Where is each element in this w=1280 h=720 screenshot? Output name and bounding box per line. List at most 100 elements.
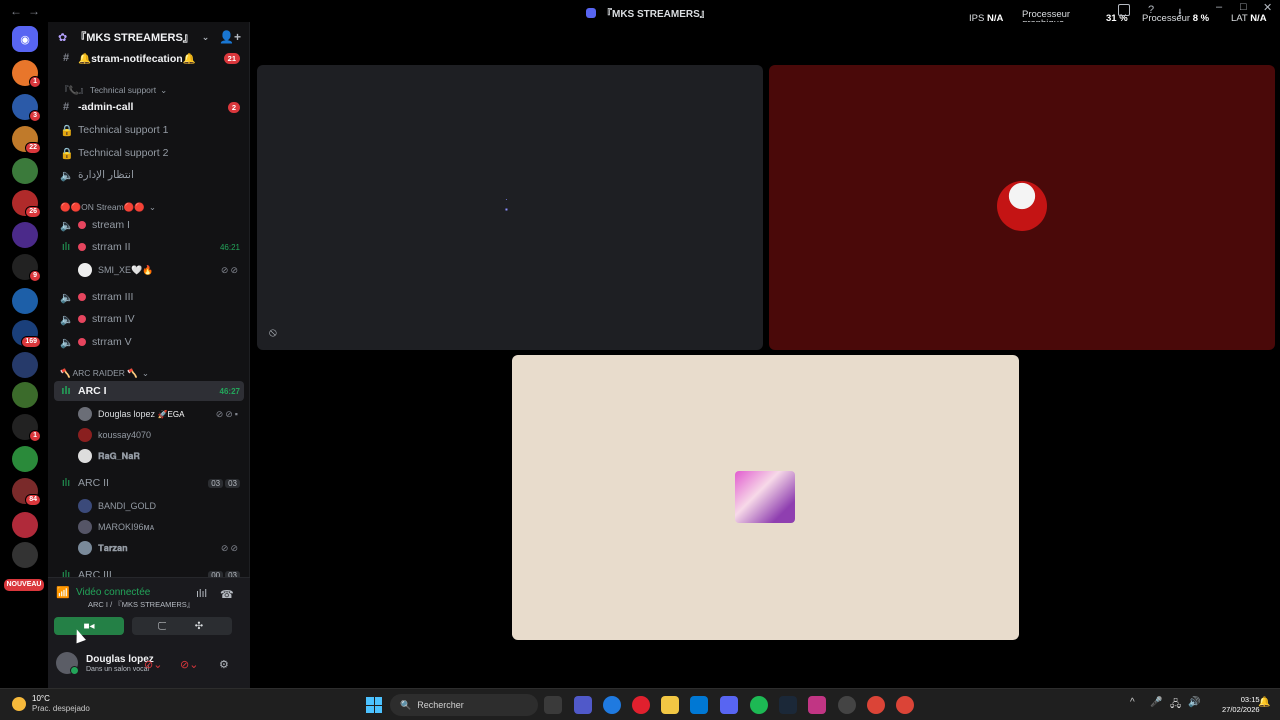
server-icon[interactable]: 1	[12, 60, 41, 88]
notification-icon[interactable]: 🔔	[1258, 697, 1270, 708]
discord-home-icon[interactable]: ◉	[12, 26, 38, 52]
chrome-icon[interactable]	[896, 696, 914, 714]
start-button[interactable]	[366, 697, 382, 713]
disconnect-icon[interactable]: ☎	[220, 588, 234, 601]
weather-widget[interactable]: 10°C Prac. despejado	[12, 694, 90, 713]
server-icon[interactable]: 84	[12, 478, 41, 506]
lock-icon: 🔒	[60, 124, 74, 137]
mute-deafen-camera-icon: ⊘⊘▪	[215, 408, 240, 419]
store-icon[interactable]	[690, 696, 708, 714]
microphone-icon[interactable]: 🎤	[1150, 697, 1162, 708]
server-icon[interactable]	[12, 382, 38, 408]
voice-active-icon: ılı	[61, 241, 71, 253]
app-icon[interactable]	[838, 696, 856, 714]
chrome-icon[interactable]	[867, 696, 885, 714]
volume-icon[interactable]: 🔊	[1188, 697, 1200, 708]
voice-user[interactable]: 𝐑𝐚𝐆_𝐍𝐚𝐑	[78, 446, 244, 466]
voice-user[interactable]: Douglas lopez 🚀EGA ⊘⊘▪	[78, 404, 244, 424]
avatar	[78, 263, 92, 277]
server-icon[interactable]: 169	[12, 320, 41, 348]
forward-arrow-icon[interactable]: →	[28, 4, 40, 18]
category-on-stream[interactable]: 🔴🔴ON Stream🔴🔴 ⌄	[60, 202, 156, 213]
steam-icon[interactable]	[779, 696, 797, 714]
channel-strram-4[interactable]: 🔈 strram IV	[54, 309, 244, 329]
muted-deafened-icon: ⊘⊘	[220, 542, 240, 553]
avatar	[78, 449, 92, 463]
server-icon[interactable]	[12, 288, 38, 314]
network-icon[interactable]: 🖧	[1170, 697, 1181, 714]
edge-icon[interactable]	[603, 696, 621, 714]
channel-strram-5[interactable]: 🔈 strram V	[54, 332, 244, 352]
server-icon[interactable]: 26	[12, 190, 41, 218]
camera-button[interactable]: ■◂	[54, 617, 124, 635]
activities-button[interactable]: ✣	[166, 617, 232, 635]
channel-waiting-room[interactable]: 🔈 انتظار الإدارة	[54, 165, 244, 185]
speaker-icon: 🔈	[60, 336, 74, 349]
avatar	[78, 541, 92, 555]
voice-user[interactable]: MAROKI96ᴍᴀ	[78, 517, 244, 537]
channel-technical-support-1[interactable]: 🔒 Technical support 1	[54, 120, 244, 140]
noise-suppression-icon[interactable]: ılıl	[196, 588, 207, 600]
server-icon	[586, 7, 596, 18]
server-icon[interactable]	[12, 222, 38, 248]
channel-stram-notifecation[interactable]: # 🔔stram-notifecation🔔 21	[54, 48, 244, 68]
server-icon[interactable]	[12, 542, 38, 568]
avatar	[78, 407, 92, 421]
instagram-icon[interactable]	[808, 696, 826, 714]
voice-active-icon: ılı	[61, 477, 71, 489]
spotify-icon[interactable]	[750, 696, 768, 714]
server-icon[interactable]: 3	[12, 94, 41, 122]
discord-icon[interactable]	[720, 696, 738, 714]
channel-arc-1[interactable]: ılı ARC I 46:27	[54, 381, 244, 401]
opera-icon[interactable]	[632, 696, 650, 714]
deafen-icon[interactable]: ⊘⌄	[180, 658, 198, 671]
channel-strram-3[interactable]: 🔈 strram III	[54, 287, 244, 307]
voice-user[interactable]: koussay4070	[78, 425, 244, 445]
channel-technical-support-2[interactable]: 🔒 Technical support 2	[54, 143, 244, 163]
task-view-icon[interactable]	[544, 696, 562, 714]
add-user-icon[interactable]: 👤+	[219, 30, 241, 44]
channel-arc-2[interactable]: ılı ARC II 03 03	[54, 473, 244, 493]
server-icon[interactable]	[12, 352, 38, 378]
teams-icon[interactable]	[574, 696, 592, 714]
clock[interactable]: 03:15 27/02/2026	[1222, 695, 1260, 715]
voice-user[interactable]: SMI_XE🤍🔥 ⊘⊘	[78, 260, 244, 280]
category-technical-support[interactable]: 『📞』 Technical support ⌄	[60, 84, 167, 96]
category-arc-raider[interactable]: 🪓 ARC RAIDER 🪓 ⌄	[60, 368, 149, 379]
channel-strram-2[interactable]: ılı strram II 46:21	[54, 237, 244, 257]
server-icon[interactable]: 22	[12, 126, 41, 154]
server-icon[interactable]: 1	[12, 414, 41, 442]
file-explorer-icon[interactable]	[661, 696, 679, 714]
screen-share-icon[interactable]	[1118, 4, 1130, 16]
voice-active-icon: ılı	[61, 385, 71, 397]
settings-icon[interactable]: ⚙	[219, 658, 229, 671]
speaker-icon: 🔈	[60, 169, 74, 182]
video-camera-icon: ■◂	[83, 620, 95, 632]
new-badge: NOUVEAU	[4, 579, 44, 591]
maximize-icon[interactable]: □	[1240, 1, 1247, 13]
video-tile[interactable]: · ▪ ⦸	[257, 65, 763, 350]
connection-status[interactable]: 📶 Vidéo connectée	[56, 586, 150, 599]
download-icon[interactable]: ⭳	[1178, 4, 1182, 23]
video-tile[interactable]	[512, 355, 1019, 640]
channel-admin-call[interactable]: # -admin-call 2	[54, 97, 244, 117]
back-arrow-icon[interactable]: ←	[10, 4, 22, 18]
voice-user[interactable]: 𝐓𝐚𝐫𝐳𝐚𝐧 ⊘⊘	[78, 538, 244, 558]
help-icon[interactable]: ?	[1148, 4, 1154, 16]
server-icon[interactable]	[12, 158, 38, 184]
avatar	[56, 652, 79, 675]
mute-icon[interactable]: ⊘⌄	[144, 658, 162, 671]
chevron-up-icon[interactable]: ^	[1130, 697, 1135, 708]
search-box[interactable]: 🔍 Rechercher	[390, 694, 538, 716]
server-icon[interactable]	[12, 446, 38, 472]
voice-user[interactable]: BANDI_GOLD	[78, 496, 244, 516]
minimize-icon[interactable]: –	[1216, 1, 1222, 13]
close-icon[interactable]: ✕	[1263, 1, 1272, 14]
video-tile[interactable]	[769, 65, 1275, 350]
speaker-icon: 🔈	[60, 291, 74, 304]
user-panel[interactable]: Douglas lopez Dans un salon vocal	[56, 652, 154, 675]
channel-stream-1[interactable]: 🔈 stream I	[54, 215, 244, 235]
server-icon[interactable]: 9	[12, 254, 41, 282]
connection-location: ARC I / 『MKS STREAMERS』	[88, 600, 195, 609]
server-icon[interactable]	[12, 512, 38, 538]
